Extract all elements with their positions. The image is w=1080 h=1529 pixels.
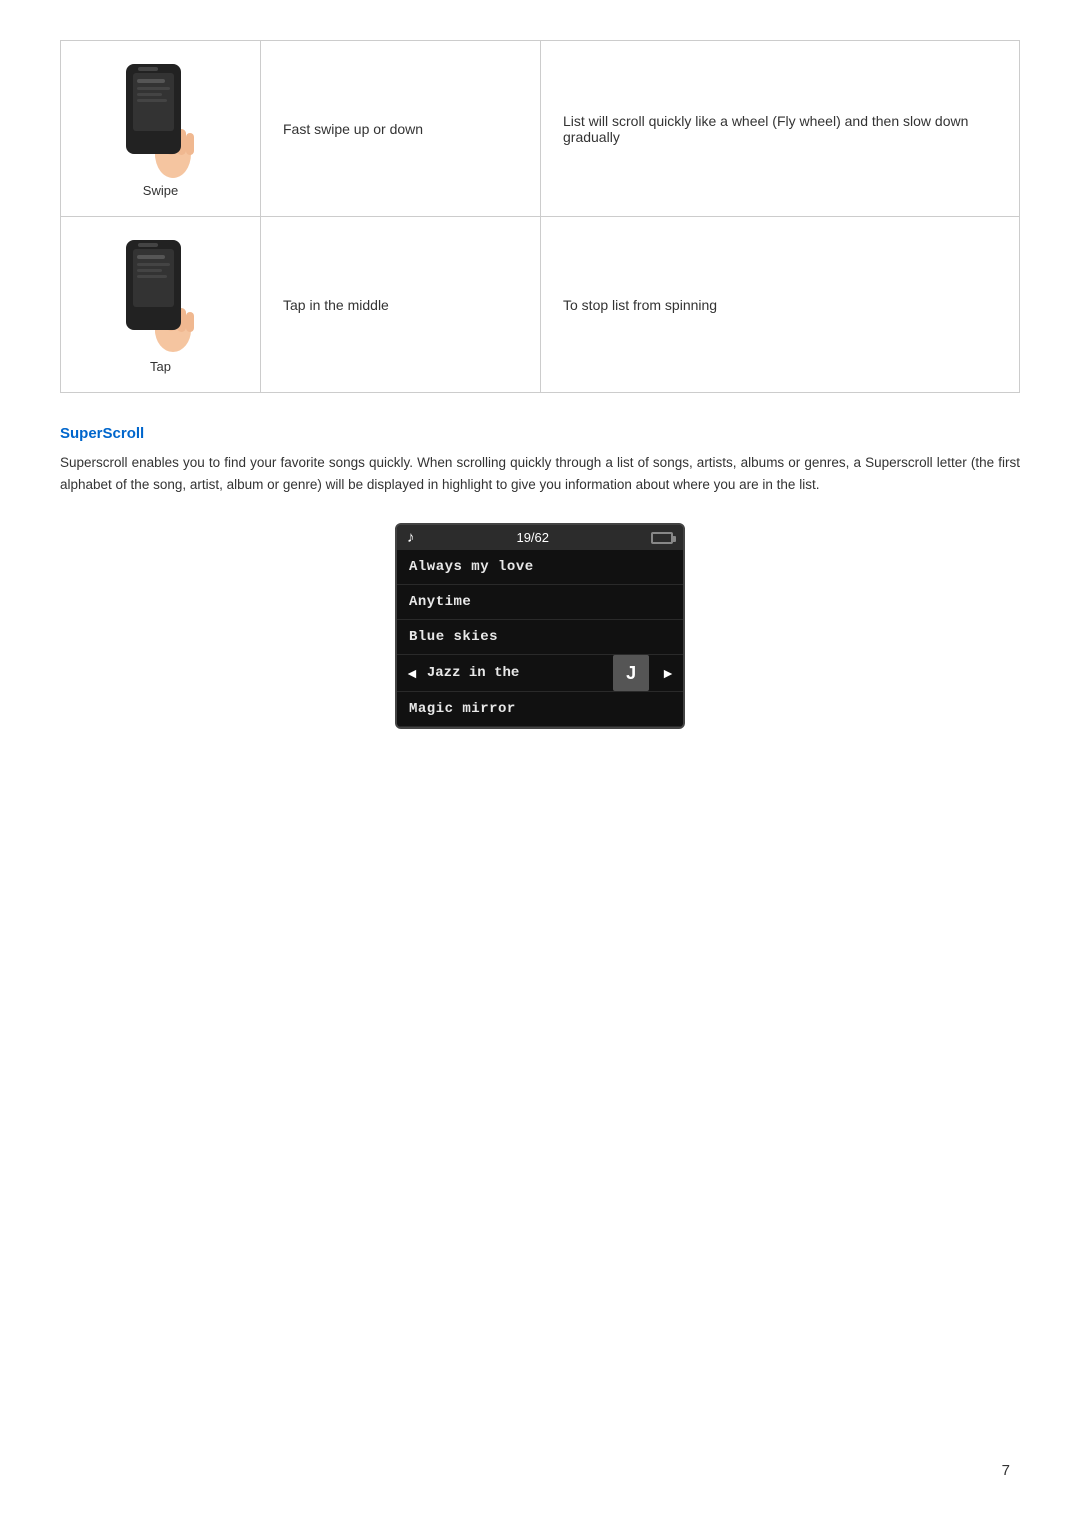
tap-result-text: To stop list from spinning <box>563 297 717 313</box>
swipe-result-text: List will scroll quickly like a wheel (F… <box>563 113 968 145</box>
swipe-label: Swipe <box>143 183 178 198</box>
table-row-swipe: Swipe Fast swipe up or down List will sc… <box>61 41 1020 217</box>
gesture-table: Swipe Fast swipe up or down List will sc… <box>60 40 1020 393</box>
superscroll-description: Superscroll enables you to find your fav… <box>60 452 1020 495</box>
track-counter: 19/62 <box>516 530 549 545</box>
swipe-device-illustration <box>111 59 211 179</box>
tap-device-illustration <box>111 235 211 355</box>
tap-label: Tap <box>150 359 171 374</box>
music-note-icon: ♪ <box>407 529 415 546</box>
jazz-prev-arrow: ◄ <box>397 656 427 690</box>
jazz-label: Jazz in the <box>427 656 609 690</box>
swipe-gesture-cell: Fast swipe up or down <box>261 41 541 217</box>
list-item-magic-mirror: Magic mirror <box>397 692 683 727</box>
list-item-anytime: Anytime <box>397 585 683 620</box>
battery-icon <box>651 532 673 544</box>
list-item-jazz: ◄ Jazz in the J ► <box>397 655 683 692</box>
screen-mockup: ♪ 19/62 Always my love Anytime Blue skie… <box>395 523 685 729</box>
tap-result-cell: To stop list from spinning <box>541 217 1020 393</box>
song-list: Always my love Anytime Blue skies ◄ Jazz… <box>397 550 683 727</box>
tap-image-cell: Tap <box>61 217 261 393</box>
swipe-image-cell: Swipe <box>61 41 261 217</box>
jazz-next-arrow: ► <box>653 656 683 690</box>
tap-gesture-cell: Tap in the middle <box>261 217 541 393</box>
screen-mockup-container: ♪ 19/62 Always my love Anytime Blue skie… <box>60 523 1020 729</box>
superscroll-letter: J <box>613 655 649 691</box>
swipe-result-cell: List will scroll quickly like a wheel (F… <box>541 41 1020 217</box>
superscroll-title: SuperScroll <box>60 425 1020 442</box>
table-row-tap: Tap Tap in the middle To stop list from … <box>61 217 1020 393</box>
page-number: 7 <box>1002 1462 1010 1479</box>
list-item-always: Always my love <box>397 550 683 585</box>
tap-gesture-text: Tap in the middle <box>283 297 389 313</box>
superscroll-section: SuperScroll Superscroll enables you to f… <box>60 425 1020 729</box>
swipe-gesture-text: Fast swipe up or down <box>283 121 423 137</box>
screen-header: ♪ 19/62 <box>397 525 683 550</box>
list-item-blue-skies: Blue skies <box>397 620 683 655</box>
